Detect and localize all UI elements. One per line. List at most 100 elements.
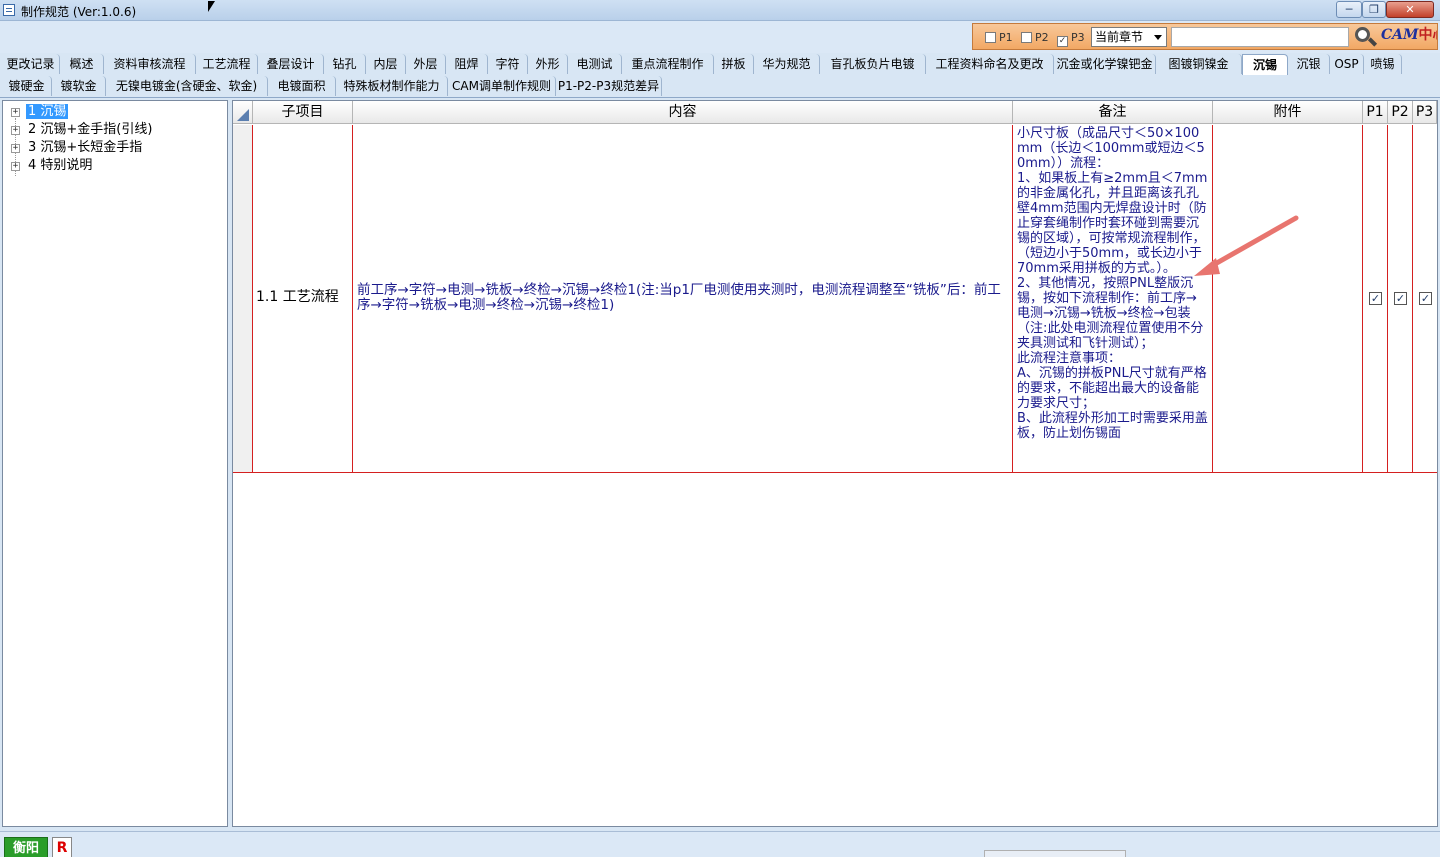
tab-row2-4[interactable]: 特殊板材制作能力 bbox=[336, 76, 448, 96]
cell-p2: ✓ bbox=[1388, 125, 1413, 472]
tab-row1-9[interactable]: 字符 bbox=[488, 54, 528, 74]
row-selector[interactable] bbox=[233, 125, 253, 472]
tab-row1-7[interactable]: 外层 bbox=[406, 54, 446, 74]
annotation-arrow-icon bbox=[1194, 215, 1299, 276]
cell-p3: ✓ bbox=[1413, 125, 1437, 472]
table-row[interactable]: 1.1 工艺流程 前工序→字符→电测→铣板→终检→沉锡→终检1(注:当p1厂电测… bbox=[233, 125, 1437, 473]
grid-header: 子项目 内容 备注 附件 P1 P2 P3 bbox=[233, 101, 1437, 124]
tree-item-label: 4 特别说明 bbox=[28, 158, 93, 173]
tab-row1-18[interactable]: 图镀铜镍金 bbox=[1156, 54, 1242, 74]
p3-label: P3 bbox=[1071, 31, 1085, 44]
chapter-tree[interactable]: +1 沉锡 +2 沉锡+金手指(引线) +3 沉锡+长短金手指 +4 特别说明 bbox=[2, 100, 228, 827]
select-all-corner[interactable] bbox=[233, 101, 253, 124]
tab-strip-row1: 更改记录 概述 资料审核流程 工艺流程 叠层设计 钻孔 内层 外层 阻焊 字符 外形 电测试 重点流程制… bbox=[0, 54, 1440, 75]
tab-row2-0[interactable]: 镀硬金 bbox=[2, 76, 52, 96]
tree-item-label: 1 沉锡 bbox=[26, 104, 69, 119]
tab-row2-1[interactable]: 镀软金 bbox=[52, 76, 106, 96]
tab-row1-12[interactable]: 重点流程制作 bbox=[622, 54, 714, 74]
system-tray[interactable] bbox=[984, 850, 1126, 857]
cell-subitem[interactable]: 1.1 工艺流程 bbox=[253, 125, 353, 472]
tree-item-4[interactable]: +4 特别说明 bbox=[11, 157, 94, 175]
tab-row2-5[interactable]: CAM调单制作规则 bbox=[448, 76, 556, 96]
tab-row1-17[interactable]: 沉金或化学镍钯金 bbox=[1054, 54, 1156, 74]
taskbar: 衡阳 R bbox=[0, 831, 1440, 857]
expand-plus-icon[interactable]: + bbox=[11, 126, 20, 135]
tab-row1-1[interactable]: 概述 bbox=[60, 54, 104, 74]
expand-plus-icon[interactable]: + bbox=[11, 144, 20, 153]
tab-row1-8[interactable]: 阻焊 bbox=[446, 54, 488, 74]
column-header-p1[interactable]: P1 bbox=[1363, 101, 1388, 124]
expand-plus-icon[interactable]: + bbox=[11, 108, 20, 117]
restore-button[interactable]: ❐ bbox=[1362, 1, 1386, 18]
tab-row1-11[interactable]: 电测试 bbox=[568, 54, 622, 74]
scope-select-value: 当前章节 bbox=[1095, 30, 1144, 44]
tab-row1-4[interactable]: 叠层设计 bbox=[258, 54, 324, 74]
tab-row1-20[interactable]: 沉银 bbox=[1288, 54, 1330, 74]
tab-row1-14[interactable]: 华为规范 bbox=[754, 54, 820, 74]
logo-text: CAM bbox=[1381, 27, 1419, 43]
search-icon-handle bbox=[1367, 37, 1378, 47]
tab-row2-6[interactable]: P1-P2-P3规范差异 bbox=[556, 76, 662, 96]
cell-content[interactable]: 前工序→字符→电测→铣板→终检→沉锡→终检1(注:当p1厂电测使用夹测时，电测流… bbox=[353, 125, 1013, 472]
cam-center-logo: CAM中心 bbox=[1381, 24, 1437, 49]
p3-row-checkbox[interactable]: ✓ bbox=[1419, 292, 1432, 305]
column-header-remark[interactable]: 备注 bbox=[1013, 101, 1213, 124]
filter-p3-checkbox[interactable]: ✓ P3 bbox=[1057, 31, 1085, 47]
window-title: 制作规范 (Ver:1.0.6) bbox=[21, 5, 137, 19]
tab-row1-5[interactable]: 钻孔 bbox=[324, 54, 366, 74]
filter-p1-checkbox[interactable]: P1 bbox=[985, 31, 1013, 45]
tab-row2-2[interactable]: 无镍电镀金(含硬金、软金) bbox=[106, 76, 268, 96]
toolbar: P1 P2 ✓P3 当前章节 CAM中心 bbox=[0, 21, 1440, 53]
tree-item-label: 3 沉锡+长短金手指 bbox=[28, 140, 143, 155]
column-header-attachment[interactable]: 附件 bbox=[1213, 101, 1363, 124]
cell-attachment[interactable] bbox=[1213, 125, 1363, 472]
column-header-p2[interactable]: P2 bbox=[1388, 101, 1413, 124]
p1-label: P1 bbox=[999, 31, 1013, 44]
taskbar-app-hengyang[interactable]: 衡阳 bbox=[4, 837, 48, 857]
tab-underline bbox=[0, 97, 1440, 98]
tab-row1-19[interactable]: 沉锡 bbox=[1242, 54, 1288, 75]
taskbar-app-r[interactable]: R bbox=[52, 837, 72, 857]
tab-row1-15[interactable]: 盲孔板负片电镀 bbox=[820, 54, 926, 74]
tab-strip-row2: 镀硬金 镀软金 无镍电镀金(含硬金、软金) 电镀面积 特殊板材制作能力 CAM调单制作规则… bbox=[0, 76, 1440, 97]
search-input[interactable] bbox=[1171, 27, 1349, 47]
tab-row1-22[interactable]: 喷锡 bbox=[1364, 54, 1402, 74]
tab-row1-2[interactable]: 资料审核流程 bbox=[104, 54, 196, 74]
filter-group: P1 P2 ✓P3 当前章节 CAM中心 bbox=[972, 23, 1438, 50]
tab-row1-10[interactable]: 外形 bbox=[528, 54, 568, 74]
tab-row1-13[interactable]: 拼板 bbox=[714, 54, 754, 74]
tab-row1-6[interactable]: 内层 bbox=[366, 54, 406, 74]
cell-remark[interactable]: 小尺寸板（成品尺寸＜50×100mm（长边＜100mm或短边＜50mm））流程：… bbox=[1013, 125, 1213, 472]
p1-row-checkbox[interactable]: ✓ bbox=[1369, 292, 1382, 305]
mouse-cursor-icon bbox=[208, 1, 215, 12]
close-button[interactable]: ✕ bbox=[1386, 1, 1434, 18]
p3-check-box[interactable]: ✓ bbox=[1057, 36, 1068, 47]
search-button[interactable] bbox=[1353, 25, 1378, 49]
cell-p1: ✓ bbox=[1363, 125, 1388, 472]
tab-row2-3[interactable]: 电镀面积 bbox=[268, 76, 336, 96]
p2-label: P2 bbox=[1035, 31, 1049, 44]
spec-grid[interactable]: 子项目 内容 备注 附件 P1 P2 P3 1.1 工艺流程 前工序→字符→电测… bbox=[232, 100, 1438, 827]
column-header-p3[interactable]: P3 bbox=[1413, 101, 1437, 124]
p1-check-box[interactable] bbox=[985, 32, 996, 43]
tab-row1-16[interactable]: 工程资料命名及更改 bbox=[926, 54, 1054, 74]
app-icon bbox=[3, 4, 15, 16]
tab-row1-21[interactable]: OSP bbox=[1330, 54, 1364, 74]
expand-plus-icon[interactable]: + bbox=[11, 162, 20, 171]
minimize-button[interactable]: ─ bbox=[1336, 1, 1362, 18]
tab-row1-3[interactable]: 工艺流程 bbox=[196, 54, 258, 74]
column-header-subitem[interactable]: 子项目 bbox=[253, 101, 353, 124]
chevron-down-icon bbox=[1154, 35, 1162, 40]
tab-row1-0[interactable]: 更改记录 bbox=[2, 54, 60, 74]
column-header-content[interactable]: 内容 bbox=[353, 101, 1013, 124]
p2-row-checkbox[interactable]: ✓ bbox=[1394, 292, 1407, 305]
title-bar[interactable]: 制作规范 (Ver:1.0.6) ─ ❐ ✕ bbox=[0, 0, 1440, 21]
tree-item-1[interactable]: +1 沉锡 bbox=[11, 103, 69, 121]
scope-select[interactable]: 当前章节 bbox=[1091, 27, 1167, 47]
tree-item-2[interactable]: +2 沉锡+金手指(引线) bbox=[11, 121, 154, 139]
tree-item-label: 2 沉锡+金手指(引线) bbox=[28, 122, 153, 137]
logo-suffix: 中心 bbox=[1418, 27, 1437, 43]
tree-item-3[interactable]: +3 沉锡+长短金手指 bbox=[11, 139, 144, 157]
p2-check-box[interactable] bbox=[1021, 32, 1032, 43]
filter-p2-checkbox[interactable]: P2 bbox=[1021, 31, 1049, 45]
